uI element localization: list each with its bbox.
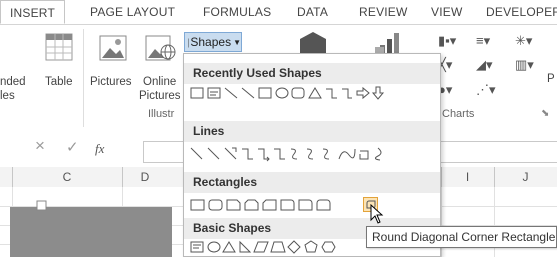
- radar-chart-button[interactable]: ✳▾: [515, 33, 532, 49]
- area-chart-button[interactable]: ◢▾: [476, 57, 493, 73]
- pivot-label-partial[interactable]: P: [547, 73, 555, 86]
- tab-review[interactable]: REVIEW: [359, 5, 408, 19]
- column-header-i[interactable]: I: [441, 167, 494, 187]
- bar-chart-button[interactable]: ≡▾: [476, 33, 490, 49]
- ribbon-tab-bar: [0, 0, 557, 25]
- section-lines: Lines: [184, 121, 440, 142]
- recommended-tables-label[interactable]: nded: [0, 76, 26, 89]
- tab-insert[interactable]: INSERT: [0, 0, 65, 24]
- online-pictures-label-2: Pictures: [139, 90, 181, 102]
- tab-page-layout[interactable]: PAGE LAYOUT: [90, 5, 175, 19]
- dialog-launcher-icon[interactable]: ⬊: [541, 108, 549, 119]
- column-chart-button[interactable]: ▮▪▾: [438, 33, 456, 49]
- tab-formulas[interactable]: FORMULAS: [203, 5, 271, 19]
- column-header-d[interactable]: D: [122, 167, 168, 187]
- tab-developer[interactable]: DEVELOPER: [486, 5, 557, 19]
- section-recently-used: Recently Used Shapes: [184, 63, 440, 84]
- illustrations-group-label: Illustr: [148, 108, 175, 120]
- pictures-button-label[interactable]: Pictures: [90, 76, 132, 89]
- chevron-down-icon: ▼: [233, 37, 241, 47]
- online-pictures-label[interactable]: Online: [143, 76, 176, 89]
- mouse-cursor-icon: [370, 204, 384, 224]
- column-header-c[interactable]: C: [12, 167, 122, 187]
- recent-shapes-row[interactable]: { }: [190, 85, 434, 103]
- section-rectangles: Rectangles: [184, 172, 440, 193]
- online-pictures-icon[interactable]: [144, 30, 178, 64]
- shape-handle[interactable]: [35, 199, 49, 213]
- rectangles-row[interactable]: [190, 197, 434, 215]
- pictures-icon[interactable]: [98, 30, 128, 64]
- scatter-chart-button[interactable]: ⋰▾: [476, 82, 496, 98]
- shapes-button[interactable]: Shapes ▼: [184, 32, 242, 52]
- table-icon[interactable]: [45, 30, 73, 64]
- column-header-j[interactable]: J: [494, 167, 557, 187]
- lines-row[interactable]: [190, 145, 434, 163]
- drawn-rectangle-shape[interactable]: [10, 207, 172, 257]
- shape-tooltip: Round Diagonal Corner Rectangle: [366, 226, 557, 248]
- recommended-tables-label-2: les: [0, 90, 15, 102]
- divider: [83, 29, 84, 127]
- tab-view[interactable]: VIEW: [431, 5, 462, 19]
- shapes-button-label: Shapes: [190, 35, 232, 49]
- enter-icon[interactable]: ✓: [66, 138, 79, 156]
- stock-chart-button[interactable]: ▥▾: [515, 57, 534, 73]
- insert-function-icon[interactable]: fx: [95, 141, 104, 157]
- cancel-icon[interactable]: ×: [35, 136, 45, 156]
- charts-group-label: Charts: [442, 108, 475, 120]
- table-button-label[interactable]: Table: [45, 76, 73, 89]
- tab-data[interactable]: DATA: [297, 5, 328, 19]
